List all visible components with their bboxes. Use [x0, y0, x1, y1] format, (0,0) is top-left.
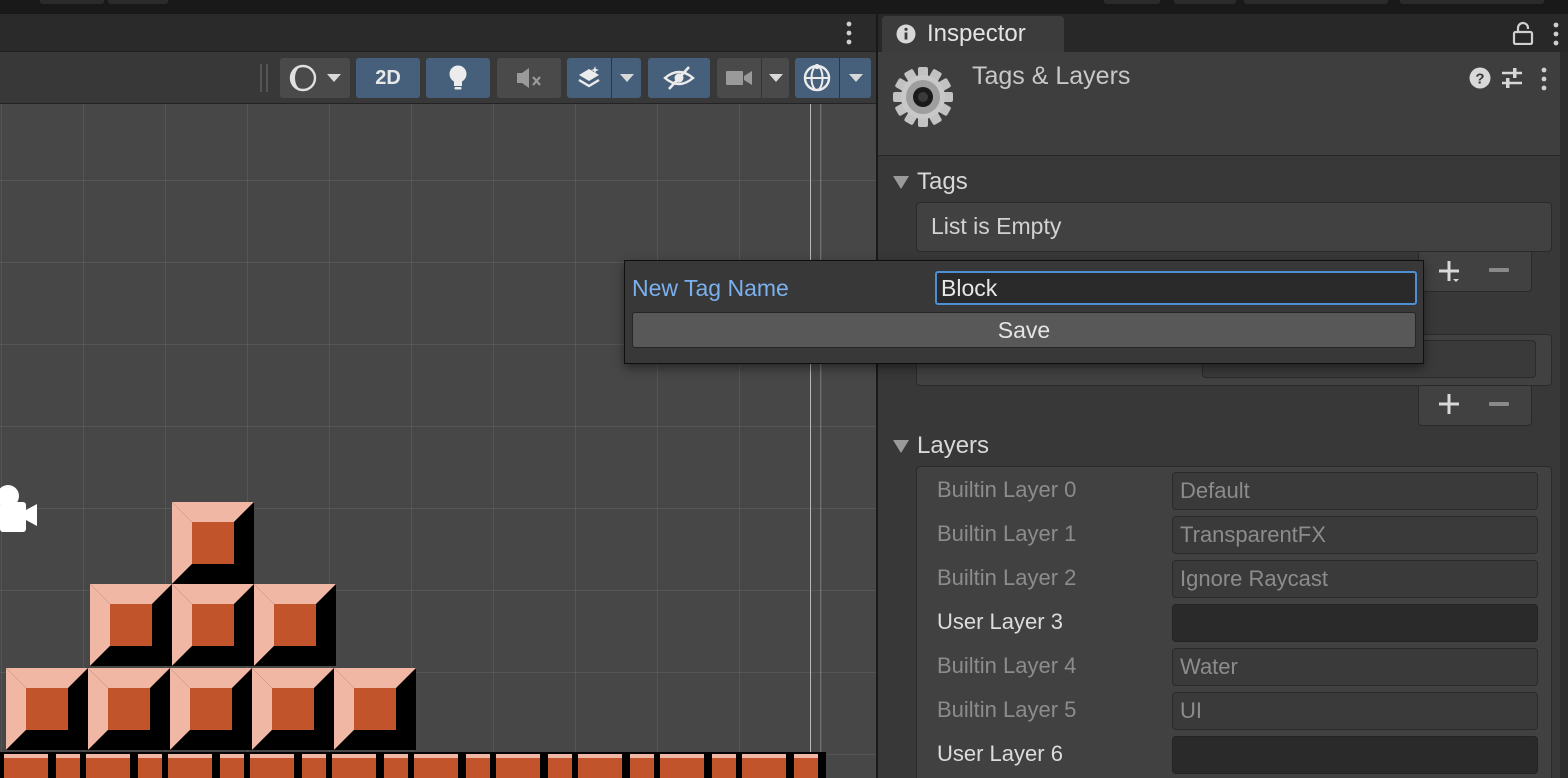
chevron-down-icon [768, 74, 783, 82]
new-tag-name-input[interactable] [935, 271, 1417, 305]
top-tab[interactable] [1244, 0, 1388, 4]
gear-icon [893, 67, 953, 127]
svg-text:?: ? [1475, 71, 1484, 88]
sorting-layers-footer [1418, 386, 1532, 426]
gizmos-toggle[interactable] [795, 58, 839, 98]
gizmos-dropdown[interactable] [839, 58, 871, 98]
camera-bounds-line [820, 104, 821, 778]
chevron-down-icon [848, 74, 863, 82]
help-icon[interactable]: ? [1469, 67, 1491, 89]
toolbar-separator [266, 64, 268, 92]
effects-toggle[interactable] [567, 58, 611, 98]
brick-block[interactable] [334, 668, 416, 750]
audio-toggle[interactable] [497, 58, 561, 98]
layer-label: User Layer 6 [937, 741, 1063, 766]
layer-name-field[interactable]: UI [1172, 692, 1538, 730]
layer-label: Builtin Layer 5 [937, 697, 1077, 722]
layer-name-field[interactable]: Ignore Raycast [1172, 560, 1538, 598]
layer-label: User Layer 3 [937, 609, 1063, 634]
layer-label: Builtin Layer 2 [937, 565, 1077, 590]
scene-visibility-toggle[interactable] [648, 58, 710, 98]
new-tag-name-label: New Tag Name [632, 275, 789, 301]
brick-block[interactable] [172, 584, 254, 666]
layer-name-field[interactable]: Water [1172, 648, 1538, 686]
brick-block[interactable] [172, 502, 254, 584]
camera-icon [726, 71, 752, 85]
tags-list-footer [1418, 252, 1532, 292]
draw-mode-icon [289, 64, 317, 92]
camera-bounds-line [810, 104, 811, 778]
layer-label: Builtin Layer 4 [937, 653, 1077, 678]
draw-mode-dropdown[interactable] [280, 58, 350, 98]
inspector-scrollbar[interactable] [1560, 52, 1568, 778]
brick-block[interactable] [90, 584, 172, 666]
tags-foldout-title[interactable]: Tags [917, 168, 968, 196]
brick-block[interactable] [170, 668, 252, 750]
layers-foldout-title[interactable]: Layers [917, 432, 989, 460]
editor-top-strip [0, 0, 1568, 14]
camera-gizmo-icon[interactable] [0, 482, 40, 536]
gizmos-globe-icon [803, 63, 831, 92]
top-tab[interactable] [108, 0, 168, 4]
component-title: Tags & Layers [972, 62, 1131, 90]
brick-block[interactable] [252, 668, 334, 750]
layer-name-field[interactable] [1172, 736, 1538, 774]
kebab-menu-icon[interactable] [1536, 66, 1552, 92]
ground-tiles[interactable] [0, 752, 826, 778]
effects-dropdown[interactable] [611, 58, 641, 98]
chevron-down-icon [327, 74, 341, 82]
remove-tag-icon[interactable] [1489, 268, 1509, 272]
scene-camera-button[interactable] [717, 58, 761, 98]
brick-block[interactable] [88, 668, 170, 750]
lightbulb-icon [449, 65, 467, 90]
lock-icon[interactable] [1512, 21, 1534, 45]
layer-name-field[interactable]: Default [1172, 472, 1538, 510]
foldout-arrow-icon[interactable] [893, 176, 909, 189]
remove-sorting-layer-icon[interactable] [1489, 402, 1509, 406]
brick-block[interactable] [254, 584, 336, 666]
layer-label: Builtin Layer 1 [937, 521, 1077, 546]
inspector-tab-label: Inspector [927, 20, 1026, 47]
layer-name-field[interactable] [1172, 604, 1538, 642]
effects-layers-icon [578, 66, 600, 88]
layer-name-field[interactable]: TransparentFX [1172, 516, 1538, 554]
top-tab[interactable] [1174, 0, 1236, 4]
tags-empty-text: List is Empty [931, 213, 1062, 239]
camera-dropdown[interactable] [761, 58, 789, 98]
audio-mute-icon [517, 68, 541, 88]
layer-label: Builtin Layer 0 [937, 477, 1077, 502]
toolbar-separator [260, 64, 262, 92]
visibility-eye-icon [663, 66, 695, 90]
add-sorting-layer-icon[interactable] [1438, 393, 1460, 415]
scene-tab-bar [0, 14, 876, 52]
top-tab[interactable] [40, 0, 104, 4]
save-button[interactable]: Save [632, 312, 1416, 348]
add-tag-icon[interactable] [1438, 260, 1460, 282]
chevron-down-icon [619, 74, 634, 82]
2d-mode-label: 2D [375, 66, 401, 89]
preset-sliders-icon[interactable] [1500, 66, 1524, 90]
2d-mode-toggle[interactable]: 2D [356, 58, 420, 98]
top-tab[interactable] [1104, 0, 1160, 4]
kebab-menu-icon[interactable] [1548, 20, 1564, 48]
brick-block[interactable] [6, 668, 88, 750]
kebab-menu-icon[interactable] [838, 20, 860, 46]
top-tab[interactable] [1400, 0, 1544, 4]
info-icon [896, 24, 916, 44]
foldout-arrow-icon[interactable] [893, 440, 909, 453]
lighting-toggle[interactable] [426, 58, 490, 98]
